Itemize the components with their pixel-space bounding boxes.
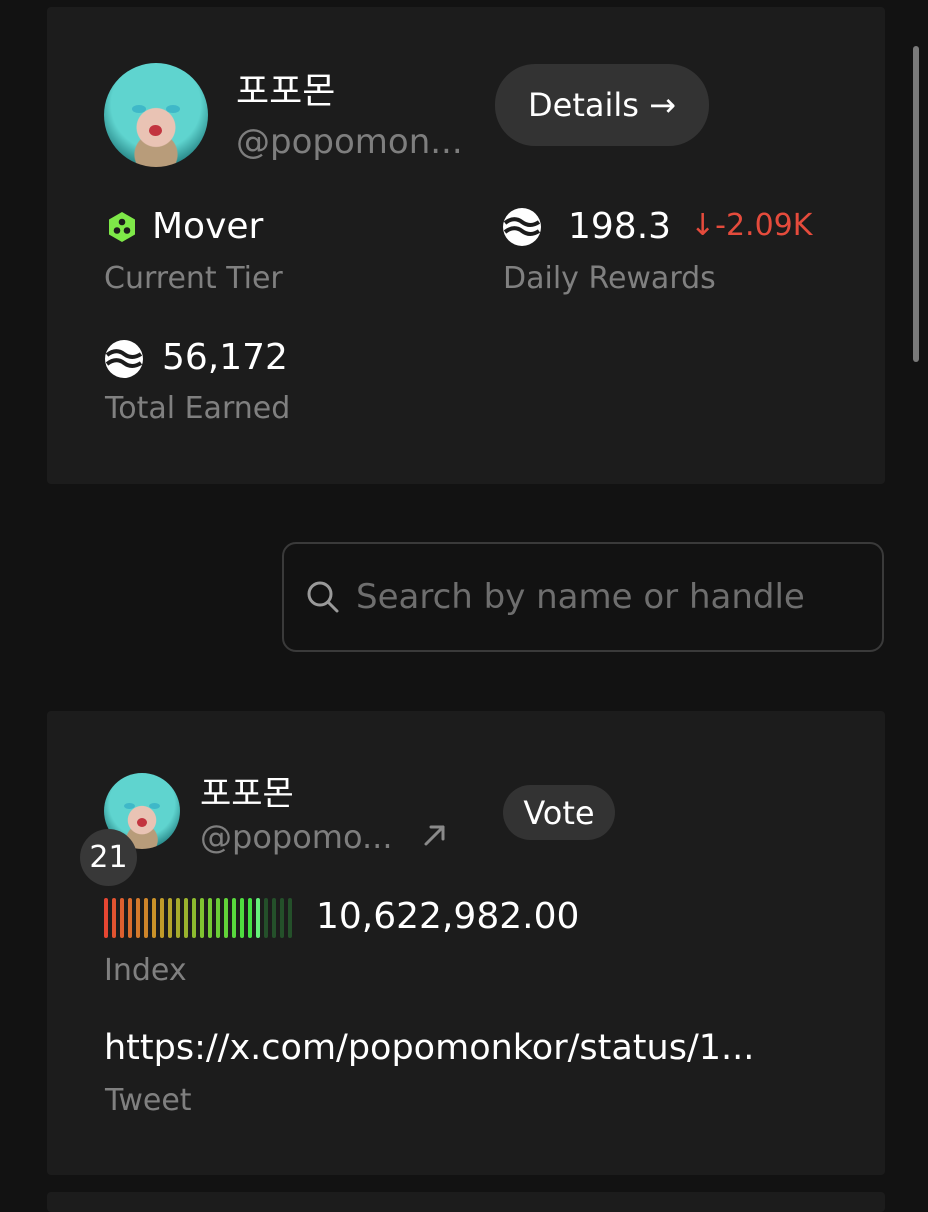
profile-handle: @popomon... [236, 122, 463, 162]
index-meter-bar [112, 898, 116, 938]
details-button-label: Details → [528, 86, 676, 124]
index-meter-bar [160, 898, 164, 938]
index-meter-bar [272, 898, 276, 938]
entry-name: 포포몬 [200, 774, 294, 814]
scrollbar[interactable] [913, 46, 919, 362]
profile-name: 포포몬 [236, 71, 336, 112]
vote-button[interactable]: Vote [503, 785, 615, 840]
index-meter-bar [240, 898, 244, 938]
tier-value: Mover [152, 206, 264, 247]
index-meter-bar [120, 898, 124, 938]
index-meter-bar [288, 898, 292, 938]
tweet-link[interactable]: https://x.com/popomonkor/status/1... [104, 1028, 754, 1068]
index-meter-bar [168, 898, 172, 938]
index-meter-bar [208, 898, 212, 938]
daily-rewards-label: Daily Rewards [503, 261, 716, 296]
index-meter-bar [128, 898, 132, 938]
index-meter-bar [176, 898, 180, 938]
rank-badge: 21 [80, 829, 137, 886]
index-meter-bar [104, 898, 108, 938]
token-icon [502, 207, 542, 247]
token-icon [104, 339, 144, 379]
daily-rewards-change: ↓-2.09K [690, 208, 813, 243]
tweet-label: Tweet [105, 1083, 192, 1118]
daily-rewards-value: 198.3 [568, 206, 672, 247]
mover-tier-icon [107, 211, 137, 243]
index-meter-bar [256, 898, 260, 938]
entry-handle[interactable]: @popomo... [200, 818, 410, 856]
index-meter [104, 898, 292, 938]
profile-avatar[interactable] [104, 63, 208, 167]
index-meter-bar [192, 898, 196, 938]
index-meter-bar [152, 898, 156, 938]
details-button[interactable]: Details → [495, 64, 709, 146]
search-input[interactable] [354, 576, 868, 618]
next-card [47, 1192, 885, 1212]
index-meter-bar [224, 898, 228, 938]
vote-button-label: Vote [523, 793, 595, 832]
index-label: Index [104, 953, 187, 988]
external-link-icon[interactable] [422, 822, 448, 848]
search-icon [306, 580, 340, 614]
index-meter-bar [144, 898, 148, 938]
total-earned-label: Total Earned [105, 391, 291, 426]
index-meter-bar [264, 898, 268, 938]
total-earned-value: 56,172 [162, 337, 288, 378]
tier-label: Current Tier [104, 261, 283, 296]
index-meter-bar [184, 898, 188, 938]
index-meter-bar [216, 898, 220, 938]
index-meter-bar [280, 898, 284, 938]
index-meter-bar [248, 898, 252, 938]
index-value: 10,622,982.00 [316, 896, 580, 937]
search-box[interactable] [282, 542, 884, 652]
index-meter-bar [136, 898, 140, 938]
index-meter-bar [232, 898, 236, 938]
index-meter-bar [200, 898, 204, 938]
